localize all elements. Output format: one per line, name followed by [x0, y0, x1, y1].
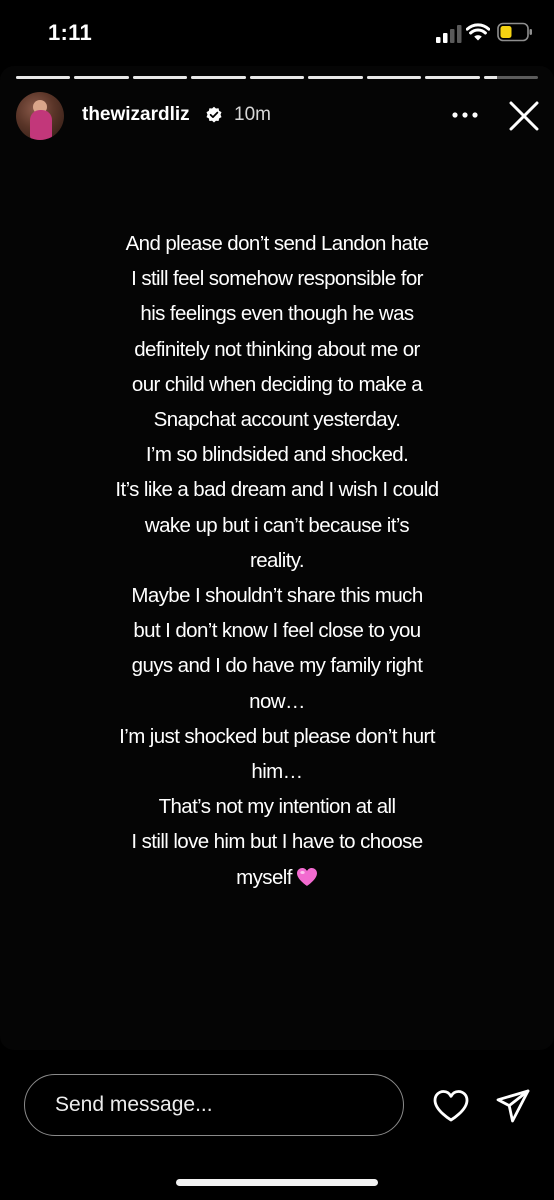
- story-progress-bar: [16, 76, 538, 79]
- story-text-line-content: but I don’t know I feel close to you: [133, 619, 421, 643]
- reply-bar: [0, 1050, 554, 1200]
- story-text-line-content: definitely not thinking about me or: [134, 337, 420, 361]
- pink-heart-emoji-icon: [296, 867, 317, 886]
- story-text-line: I still feel somehow responsible for: [60, 261, 494, 296]
- send-message-input[interactable]: [24, 1074, 404, 1136]
- story-header: thewizardliz 10m: [16, 92, 540, 140]
- progress-segment: [249, 76, 305, 79]
- story-text-line: but I don’t know I feel close to you: [60, 613, 494, 648]
- story-text-line: I’m so blindsided and shocked.: [60, 437, 494, 472]
- heart-icon[interactable]: [432, 1089, 470, 1123]
- progress-segment: [366, 76, 422, 79]
- story-text-line-content: wake up but i can’t because it’s: [144, 513, 410, 537]
- story-text-line-content: I still feel somehow responsible for: [131, 267, 423, 291]
- story-card[interactable]: thewizardliz 10m And please don’t send L…: [0, 66, 554, 1050]
- cellular-signal-icon: [436, 25, 462, 43]
- story-text-line: It’s like a bad dream and I wish I could: [60, 472, 494, 507]
- story-text-line: his feelings even though he was: [60, 296, 494, 331]
- story-text-line-content: him…: [251, 760, 303, 784]
- story-text-line: I’m just shocked but please don’t hurt: [60, 719, 494, 754]
- wifi-icon: [466, 23, 490, 41]
- story-text-line-content: reality.: [249, 548, 305, 572]
- story-text-line: myself: [60, 860, 494, 895]
- battery-icon: [497, 22, 532, 42]
- progress-segment-fill: [191, 76, 246, 79]
- story-text-line-content: I’m just shocked but please don’t hurt: [119, 724, 435, 748]
- story-text-line: And please don’t send Landon hate: [60, 226, 494, 261]
- progress-segment-fill: [425, 76, 480, 79]
- story-text-line: definitely not thinking about me or: [60, 332, 494, 367]
- progress-segment: [132, 76, 188, 79]
- story-text-line-content: now…: [249, 689, 305, 713]
- verified-badge-icon: [206, 106, 222, 123]
- progress-segment-fill: [249, 76, 305, 79]
- story-text: And please don’t send Landon hate I still…: [60, 226, 494, 895]
- story-text-line: now…: [60, 684, 494, 719]
- story-text-line-content: Snapchat account yesterday.: [153, 408, 401, 432]
- story-text-line-content: That’s not my intention at all: [158, 795, 396, 819]
- home-indicator: [176, 1179, 378, 1186]
- story-timestamp: 10m: [234, 104, 271, 125]
- more-options-icon[interactable]: [450, 107, 480, 123]
- progress-segment: [483, 76, 538, 79]
- status-bar: 1:11: [0, 0, 554, 64]
- story-text-line-content: myself: [236, 865, 292, 889]
- progress-segment-fill: [16, 76, 71, 79]
- progress-segment: [16, 76, 71, 79]
- progress-segment: [425, 76, 480, 79]
- avatar-figure: [30, 110, 52, 140]
- story-text-line-content: Maybe I shouldn’t share this much: [131, 584, 423, 608]
- story-text-line: I still love him but I have to choose: [60, 824, 494, 859]
- story-text-line: Maybe I shouldn’t share this much: [60, 578, 494, 613]
- progress-segment: [74, 76, 129, 79]
- send-icon[interactable]: [495, 1088, 531, 1124]
- story-text-line: guys and I do have my family right: [60, 648, 494, 683]
- story-text-line-content: I’m so blindsided and shocked.: [145, 443, 409, 467]
- username[interactable]: thewizardliz: [82, 104, 190, 126]
- story-text-line-content: It’s like a bad dream and I wish I could: [115, 478, 439, 502]
- close-icon[interactable]: [508, 100, 540, 132]
- story-text-line-content: his feelings even though he was: [140, 302, 414, 326]
- progress-segment: [308, 76, 363, 79]
- progress-segment: [191, 76, 246, 79]
- progress-segment-fill: [74, 76, 129, 79]
- story-text-line: That’s not my intention at all: [60, 789, 494, 824]
- story-text-line: reality.: [60, 543, 494, 578]
- story-text-line-content: guys and I do have my family right: [131, 654, 423, 678]
- progress-segment-fill: [308, 76, 363, 79]
- story-text-line: Snapchat account yesterday.: [60, 402, 494, 437]
- story-text-line: wake up but i can’t because it’s: [60, 508, 494, 543]
- story-text-line-content: our child when deciding to make a: [131, 372, 423, 396]
- story-text-line: our child when deciding to make a: [60, 367, 494, 402]
- avatar[interactable]: [16, 92, 64, 140]
- status-time: 1:11: [48, 20, 93, 45]
- story-text-line-content: And please don’t send Landon hate: [125, 232, 429, 255]
- progress-segment-fill: [483, 76, 498, 79]
- story-text-line-content: I still love him but I have to choose: [131, 830, 423, 854]
- story-text-line: him…: [60, 754, 494, 789]
- progress-segment-fill: [366, 76, 422, 79]
- progress-segment-fill: [132, 76, 188, 79]
